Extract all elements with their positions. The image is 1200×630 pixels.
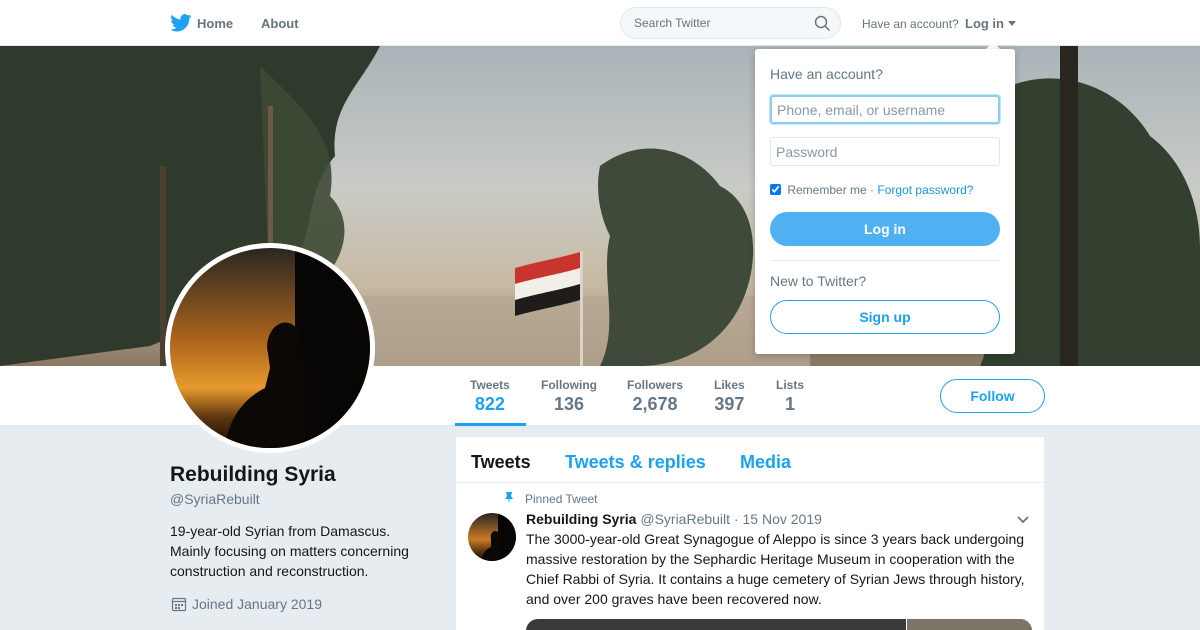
stat-label: Tweets	[470, 378, 510, 392]
stat-value: 136	[553, 394, 585, 414]
tab-tweets[interactable]: Tweets	[471, 452, 531, 473]
stat-label: Likes	[714, 378, 745, 392]
remember-me-row: Remember me · Forgot password?	[770, 183, 973, 197]
nav-home-link[interactable]: Home	[197, 16, 233, 31]
dropdown-title: Have an account?	[770, 66, 883, 82]
login-dropdown: Have an account? Remember me · Forgot pa…	[755, 49, 1015, 354]
profile-name[interactable]: Rebuilding Syria	[170, 463, 336, 487]
stat-followers[interactable]: Followers 2,678	[627, 378, 683, 415]
stat-likes[interactable]: Likes 397	[714, 378, 745, 415]
tweet-author-handle[interactable]: @SyriaRebuilt	[640, 511, 730, 527]
follow-button[interactable]: Follow	[940, 379, 1045, 413]
top-navigation-bar: Home About Search Twitter Have an accoun…	[0, 0, 1200, 46]
tweet-author-name[interactable]: Rebuilding Syria	[526, 511, 636, 527]
stat-tweets[interactable]: Tweets 822	[470, 378, 510, 415]
tab-tweets-and-replies[interactable]: Tweets & replies	[565, 452, 706, 473]
caret-down-icon[interactable]	[1008, 21, 1016, 26]
tweet-separator: ·	[733, 511, 739, 527]
tweet-header: Rebuilding Syria @SyriaRebuilt · 15 Nov …	[526, 511, 822, 527]
stat-value: 2,678	[632, 394, 678, 414]
profile-handle[interactable]: @SyriaRebuilt	[170, 491, 260, 507]
timeline-tabs: Tweets Tweets & replies Media	[456, 437, 1044, 483]
stat-value: 397	[714, 394, 745, 414]
search-placeholder: Search Twitter	[634, 16, 711, 30]
active-stat-underline	[455, 423, 526, 426]
calendar-icon	[171, 597, 187, 612]
tweet-media[interactable]	[526, 619, 1032, 630]
profile-bio: 19-year-old Syrian from Damascus. Mainly…	[170, 523, 409, 579]
search-input[interactable]: Search Twitter	[620, 7, 841, 39]
dropdown-divider	[770, 260, 1000, 261]
new-to-twitter-label: New to Twitter?	[770, 273, 867, 289]
remember-me-label[interactable]: Remember me	[787, 183, 866, 197]
nav-about-link[interactable]: About	[261, 16, 299, 31]
stat-following[interactable]: Following 136	[541, 378, 597, 415]
tweet-media-second-image[interactable]	[906, 619, 1032, 630]
profile-joined-date: Joined January 2019	[192, 596, 322, 612]
search-icon[interactable]	[814, 15, 830, 31]
password-field[interactable]	[770, 137, 1000, 166]
tweet-text: The 3000-year-old Great Synagogue of Ale…	[526, 531, 1025, 607]
pinned-tweet-label: Pinned Tweet	[525, 492, 598, 506]
tab-media[interactable]: Media	[740, 452, 791, 473]
profile-avatar[interactable]	[165, 243, 375, 453]
login-dropdown-toggle[interactable]: Log in	[965, 16, 1004, 31]
stat-label: Following	[541, 378, 597, 392]
stat-label: Lists	[776, 378, 805, 392]
tweet-avatar[interactable]	[468, 513, 516, 561]
avatar-image	[170, 248, 370, 448]
forgot-password-link[interactable]: Forgot password?	[877, 183, 973, 197]
twitter-bird-icon[interactable]	[170, 14, 192, 32]
have-account-label: Have an account?	[862, 17, 959, 31]
tweet-date[interactable]: 15 Nov 2019	[743, 511, 822, 527]
username-field[interactable]	[770, 95, 1000, 124]
remember-separator: ·	[870, 183, 875, 197]
login-button[interactable]: Log in	[770, 212, 1000, 246]
signup-button[interactable]: Sign up	[770, 300, 1000, 334]
stat-value: 1	[785, 394, 796, 414]
remember-me-checkbox[interactable]	[770, 184, 781, 195]
stat-label: Followers	[627, 378, 684, 392]
timeline: Tweets Tweets & replies Media Pinned Twe…	[456, 437, 1044, 630]
pin-icon	[505, 492, 513, 504]
stat-lists[interactable]: Lists 1	[776, 378, 804, 415]
stat-value: 822	[474, 394, 505, 414]
chevron-down-icon[interactable]	[1016, 515, 1030, 525]
